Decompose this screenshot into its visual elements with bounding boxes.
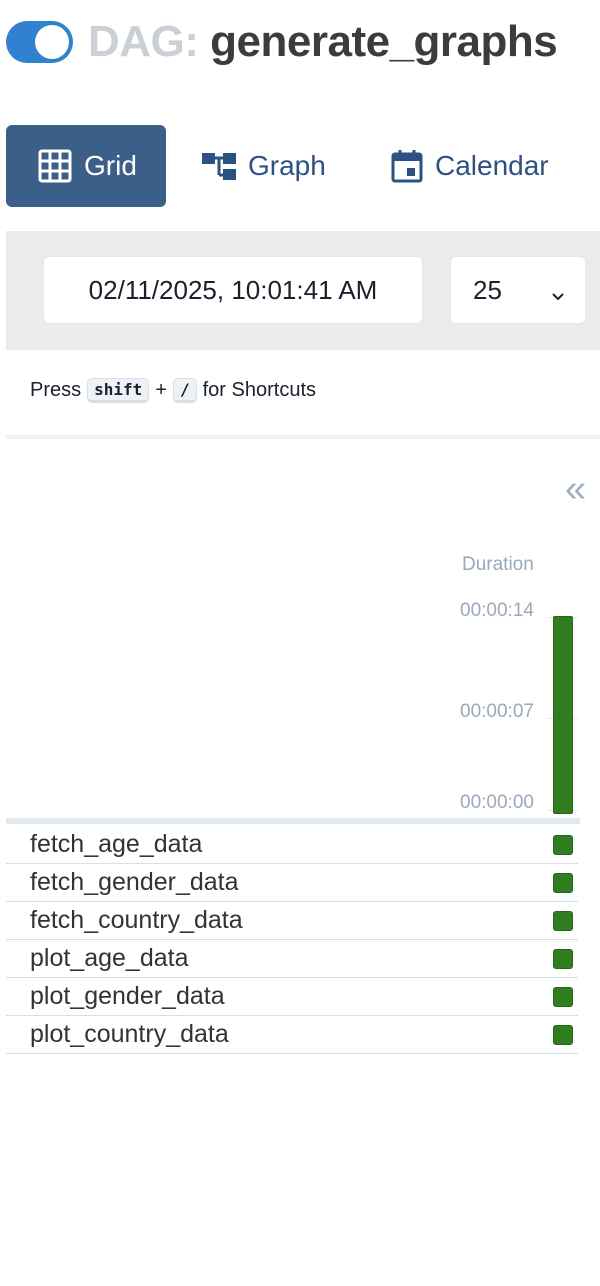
tab-graph[interactable]: Graph (166, 125, 366, 207)
task-instance-status-square[interactable] (553, 949, 573, 969)
num-runs-select[interactable]: 25 (450, 256, 586, 324)
tab-calendar-label: Calendar (435, 150, 549, 181)
section-divider (6, 435, 600, 439)
task-list: fetch_age_data fetch_gender_data fetch_cou… (6, 826, 578, 1054)
task-name[interactable]: fetch_gender_data (30, 868, 239, 897)
task-instance-status-square[interactable] (553, 1025, 573, 1045)
double-chevron-left-icon[interactable]: « (565, 470, 586, 508)
toggle-knob (35, 25, 69, 59)
task-row[interactable]: plot_age_data (6, 940, 578, 978)
plus-sign: + (155, 379, 167, 401)
duration-label: Duration (462, 554, 534, 575)
task-instance-status-square[interactable] (553, 987, 573, 1007)
num-runs-value: 25 (473, 274, 502, 305)
graph-icon (202, 149, 236, 183)
task-row[interactable]: plot_gender_data (6, 978, 578, 1016)
shortcut-hint: Press shift + / for Shortcuts (30, 378, 316, 403)
tab-grid-label: Grid (84, 150, 137, 181)
tab-calendar[interactable]: Calendar (366, 125, 596, 207)
filter-bar: 02/11/2025, 10:01:41 AM 25 (6, 231, 600, 350)
dag-run-duration-bar[interactable] (553, 616, 573, 814)
task-row[interactable]: fetch_gender_data (6, 864, 578, 902)
chevron-down-icon (549, 281, 567, 312)
task-instance-status-square[interactable] (553, 911, 573, 931)
slash-key: / (172, 378, 197, 403)
base-date-input[interactable]: 02/11/2025, 10:01:41 AM (43, 256, 423, 324)
task-row[interactable]: fetch_age_data (6, 826, 578, 864)
duration-tick-max: 00:00:14 (460, 600, 534, 621)
task-name[interactable]: fetch_country_data (30, 906, 243, 935)
title-prefix: DAG: (88, 17, 211, 66)
task-instance-status-square[interactable] (553, 873, 573, 893)
dag-header: DAG: generate_graphs (6, 14, 600, 70)
task-name[interactable]: plot_gender_data (30, 982, 225, 1011)
task-name[interactable]: plot_country_data (30, 1020, 229, 1049)
grid-icon (38, 149, 72, 183)
tab-graph-label: Graph (248, 150, 326, 181)
dag-pause-toggle[interactable] (6, 21, 73, 63)
shift-key: shift (87, 378, 150, 403)
task-instance-status-square[interactable] (553, 835, 573, 855)
tab-grid[interactable]: Grid (6, 125, 166, 207)
calendar-icon (391, 149, 423, 183)
view-tabs: Grid Graph Calendar (6, 125, 596, 207)
page-title: DAG: generate_graphs (88, 17, 558, 67)
shortcut-prefix: Press (30, 379, 82, 401)
chart-baseline (6, 818, 580, 824)
dag-id: generate_graphs (210, 17, 558, 66)
task-row[interactable]: fetch_country_data (6, 902, 578, 940)
duration-tick-min: 00:00:00 (460, 792, 534, 813)
duration-tick-mid: 00:00:07 (460, 701, 534, 722)
task-name[interactable]: plot_age_data (30, 944, 188, 973)
task-row[interactable]: plot_country_data (6, 1016, 578, 1054)
shortcut-suffix: for Shortcuts (202, 379, 317, 401)
task-name[interactable]: fetch_age_data (30, 830, 202, 859)
